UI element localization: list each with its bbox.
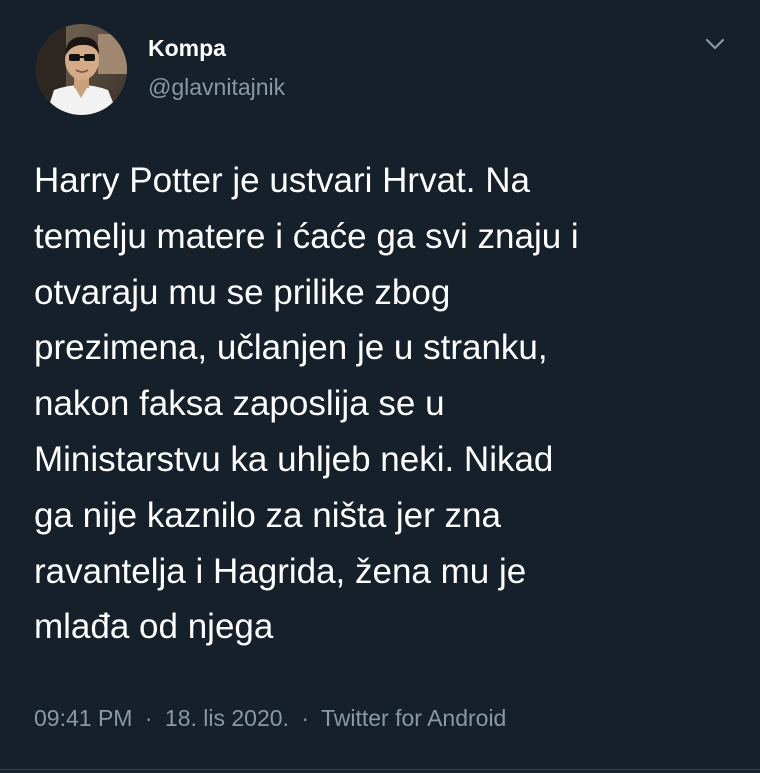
chevron-down-icon[interactable] — [700, 32, 730, 56]
meta-separator: · — [301, 705, 309, 731]
tweet-time[interactable]: 09:41 PM — [34, 705, 132, 731]
author-handle[interactable]: @glavnitajnik — [148, 73, 285, 101]
avatar[interactable] — [36, 24, 127, 115]
tweet-meta: 09:41 PM · 18. lis 2020. · Twitter for A… — [34, 703, 506, 733]
meta-separator: · — [144, 705, 153, 731]
tweet-source[interactable]: Twitter for Android — [321, 705, 506, 731]
author-name[interactable]: Kompa — [148, 34, 226, 62]
tweet-text: Harry Potter je ustvari Hrvat. Na temelj… — [34, 161, 579, 647]
divider — [0, 769, 760, 770]
profile-photo-icon — [36, 24, 127, 115]
tweet-date[interactable]: 18. lis 2020. — [165, 705, 289, 731]
tweet-card: Kompa @glavnitajnik Harry Potter je ustv… — [0, 0, 760, 773]
